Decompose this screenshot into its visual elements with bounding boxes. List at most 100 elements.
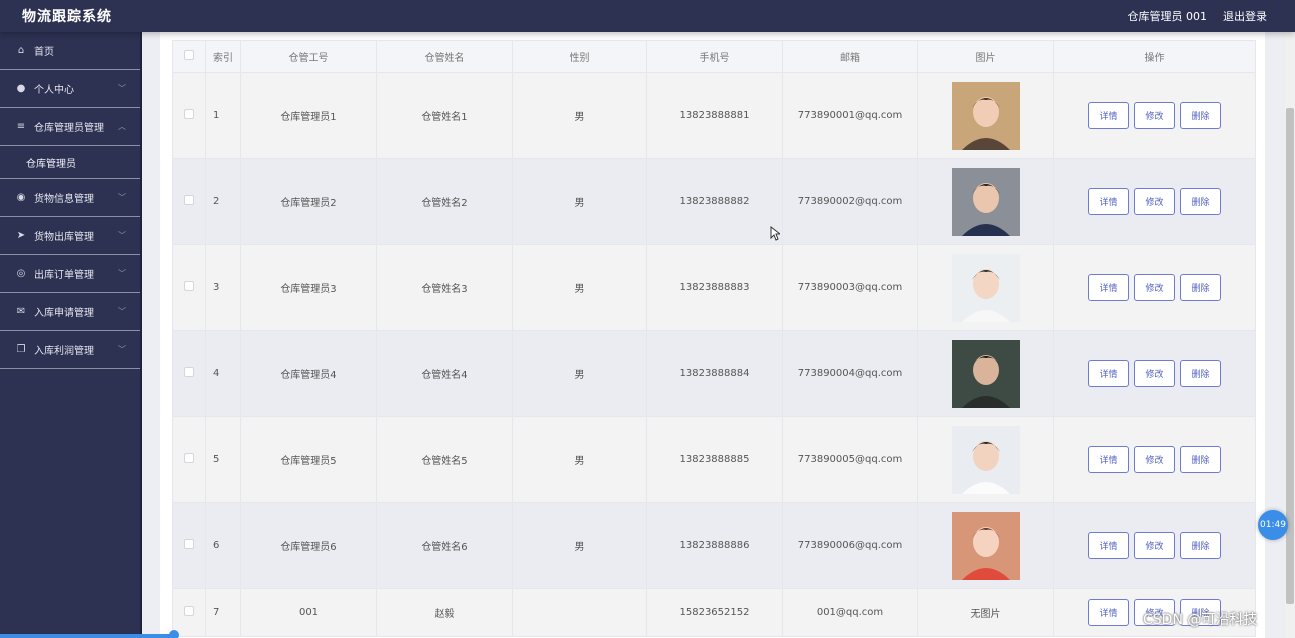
location-icon: ◉ — [16, 192, 26, 203]
app-title: 物流跟踪系统 — [22, 9, 112, 25]
chevron-down-icon: ﹀ — [118, 84, 126, 93]
row-select-cell[interactable] — [172, 502, 206, 589]
cell-index: 6 — [205, 502, 241, 589]
cell-gender: 男 — [512, 72, 647, 159]
sidebar-item-label: 出库订单管理 — [34, 270, 94, 281]
sidebar-item-1[interactable]: ● 个人中心 ﹀ — [0, 70, 140, 108]
row-checkbox[interactable] — [184, 367, 194, 377]
portrait-photo — [951, 167, 1020, 236]
current-user-label[interactable]: 仓库管理员 001 — [1128, 8, 1208, 24]
table-row[interactable]: 1 仓库管理员1 仓管姓名1 男 13823888881 773890001@qq.com… — [172, 72, 1256, 159]
cell-name: 赵毅 — [376, 588, 513, 637]
sidebar-item-3[interactable]: ◉ 货物信息管理 ﹀ — [0, 179, 140, 217]
cell-email: 773890003@qq.com — [782, 244, 918, 331]
header-user-area: 仓库管理员 001 退出登录 — [1128, 8, 1268, 24]
header-phone: 手机号 — [646, 40, 783, 73]
detail-button[interactable]: 详情 — [1088, 360, 1129, 387]
cell-name: 仓管姓名3 — [376, 244, 513, 331]
table-row[interactable]: 4 仓库管理员4 仓管姓名4 男 13823888884 773890004@qq.com… — [172, 330, 1256, 417]
sidebar-menu: ⌂ 首页 ● 个人中心 ﹀ ≡ 仓库管理员管理 ︿ 仓库管理员 ◉ 货物信息管理 ﹀ ➤ 货物出库管理 ﹀ ◎… — [0, 32, 142, 638]
cell-gender: 男 — [512, 330, 647, 417]
sidebar-item-7[interactable]: ❐ 入库利润管理 ﹀ — [0, 331, 140, 369]
cell-phone: 13823888881 — [646, 72, 783, 159]
cell-actions: 详情 修改 删除 — [1053, 158, 1256, 245]
cell-gender: 男 — [512, 416, 647, 503]
detail-button[interactable]: 详情 — [1088, 102, 1129, 129]
cell-name: 仓管姓名6 — [376, 502, 513, 589]
row-checkbox[interactable] — [184, 195, 194, 205]
edit-button[interactable]: 修改 — [1134, 188, 1175, 215]
table-header-row: 索引 仓管工号 仓管姓名 性别 手机号 邮箱 图片 操作 — [172, 40, 1256, 73]
cell-image — [917, 502, 1054, 589]
header-gender: 性别 — [512, 40, 647, 73]
cell-actions: 详情 修改 删除 — [1053, 502, 1256, 589]
main-content: 索引 仓管工号 仓管姓名 性别 手机号 邮箱 图片 操作 1 仓库管理员1 仓管姓名… — [142, 32, 1285, 638]
table-row[interactable]: 3 仓库管理员3 仓管姓名3 男 13823888883 773890003@qq.com… — [172, 244, 1256, 331]
table-row[interactable]: 2 仓库管理员2 仓管姓名2 男 13823888882 773890002@qq.com… — [172, 158, 1256, 245]
edit-button[interactable]: 修改 — [1134, 532, 1175, 559]
delete-button[interactable]: 删除 — [1180, 188, 1221, 215]
header-emp-no: 仓管工号 — [240, 40, 377, 73]
edit-button[interactable]: 修改 — [1134, 360, 1175, 387]
chevron-down-icon: ﹀ — [118, 307, 126, 316]
cell-phone: 13823888886 — [646, 502, 783, 589]
header-name: 仓管姓名 — [376, 40, 513, 73]
row-checkbox[interactable] — [184, 453, 194, 463]
sidebar-item-5[interactable]: ◎ 出库订单管理 ﹀ — [0, 255, 140, 293]
select-all-cell[interactable] — [172, 40, 206, 73]
cell-email: 773890002@qq.com — [782, 158, 918, 245]
edit-button[interactable]: 修改 — [1134, 102, 1175, 129]
cell-gender: 男 — [512, 158, 647, 245]
delete-button[interactable]: 删除 — [1180, 360, 1221, 387]
cell-actions: 详情 修改 删除 — [1053, 416, 1256, 503]
sidebar-item-0[interactable]: ⌂ 首页 — [0, 32, 140, 70]
cell-image — [917, 72, 1054, 159]
select-all-checkbox[interactable] — [184, 50, 194, 60]
row-checkbox[interactable] — [184, 606, 194, 616]
detail-button[interactable]: 详情 — [1088, 446, 1129, 473]
table-row[interactable]: 6 仓库管理员6 仓管姓名6 男 13823888886 773890006@qq.com… — [172, 502, 1256, 589]
sidebar-item-6[interactable]: ✉ 入库申请管理 ﹀ — [0, 293, 140, 331]
row-select-cell[interactable] — [172, 72, 206, 159]
edit-button[interactable]: 修改 — [1134, 274, 1175, 301]
cell-gender — [512, 588, 647, 637]
edit-button[interactable]: 修改 — [1134, 446, 1175, 473]
table-row[interactable]: 5 仓库管理员5 仓管姓名5 男 13823888885 773890005@qq.com… — [172, 416, 1256, 503]
delete-button[interactable]: 删除 — [1180, 274, 1221, 301]
logout-link[interactable]: 退出登录 — [1223, 8, 1267, 24]
row-checkbox[interactable] — [184, 109, 194, 119]
sidebar-item-2[interactable]: ≡ 仓库管理员管理 ︿ — [0, 108, 140, 146]
cell-phone: 13823888884 — [646, 330, 783, 417]
sidebar-item-4[interactable]: ➤ 货物出库管理 ﹀ — [0, 217, 140, 255]
chevron-down-icon: ﹀ — [118, 231, 126, 240]
detail-button[interactable]: 详情 — [1088, 274, 1129, 301]
detail-button[interactable]: 详情 — [1088, 188, 1129, 215]
progress-knob[interactable] — [169, 630, 179, 638]
sidebar-subitem-2-0[interactable]: 仓库管理员 — [0, 146, 140, 179]
cell-emp-no: 仓库管理员5 — [240, 416, 377, 503]
detail-button[interactable]: 详情 — [1088, 532, 1129, 559]
cell-index: 5 — [205, 416, 241, 503]
delete-button[interactable]: 删除 — [1180, 102, 1221, 129]
table-row[interactable]: 7 001 赵毅 15823652152 001@qq.com 无图片 详情 修改 删除 — [172, 588, 1256, 637]
watermark: CSDN @可沿科技 — [1143, 612, 1258, 628]
mouse-cursor-icon — [770, 226, 780, 241]
delete-button[interactable]: 删除 — [1180, 446, 1221, 473]
row-checkbox[interactable] — [184, 281, 194, 291]
row-select-cell[interactable] — [172, 158, 206, 245]
portrait-photo — [951, 253, 1020, 322]
row-checkbox[interactable] — [184, 539, 194, 549]
sidebar-item-label: 货物出库管理 — [34, 232, 94, 243]
row-select-cell[interactable] — [172, 416, 206, 503]
header-index: 索引 — [205, 40, 241, 73]
cell-emp-no: 仓库管理员1 — [240, 72, 377, 159]
row-select-cell[interactable] — [172, 588, 206, 637]
cell-phone: 15823652152 — [646, 588, 783, 637]
row-select-cell[interactable] — [172, 330, 206, 417]
cell-index: 2 — [205, 158, 241, 245]
detail-button[interactable]: 详情 — [1088, 599, 1129, 626]
row-select-cell[interactable] — [172, 244, 206, 331]
delete-button[interactable]: 删除 — [1180, 532, 1221, 559]
cell-name: 仓管姓名1 — [376, 72, 513, 159]
sidebar-item-label: 入库利润管理 — [34, 346, 94, 357]
